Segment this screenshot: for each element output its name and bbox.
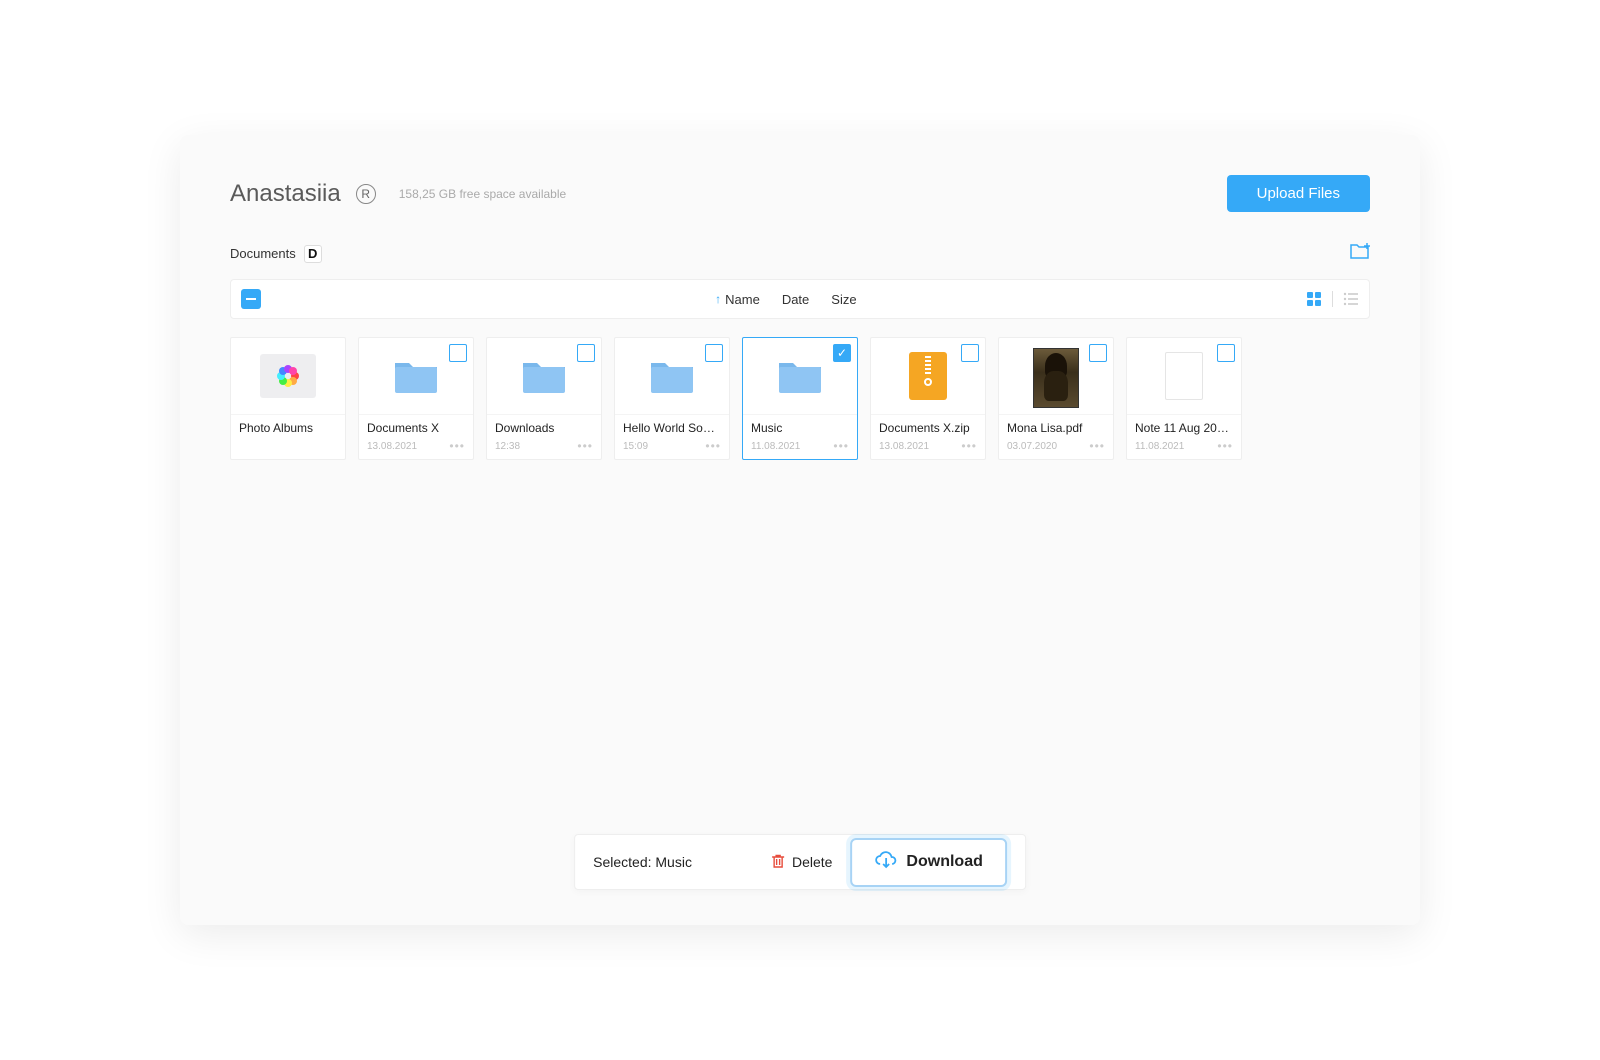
trash-icon xyxy=(770,853,786,872)
sort-by-name[interactable]: ↑ Name xyxy=(715,292,760,307)
more-icon[interactable]: ••• xyxy=(1089,439,1105,453)
download-label: Download xyxy=(906,853,982,871)
file-card[interactable]: Hello World Sour... 15:09 ••• xyxy=(614,337,730,460)
file-checkbox[interactable] xyxy=(1217,344,1235,362)
file-checkbox[interactable] xyxy=(449,344,467,362)
arrow-up-icon: ↑ xyxy=(715,292,721,306)
file-name: Documents X xyxy=(359,414,473,437)
sort-by-date[interactable]: Date xyxy=(782,292,809,307)
file-card[interactable]: Note 11 Aug 202... 11.08.2021 ••• xyxy=(1126,337,1242,460)
file-checkbox[interactable] xyxy=(1089,344,1107,362)
file-checkbox[interactable] xyxy=(961,344,979,362)
app-window: Anastasiia R 158,25 GB free space availa… xyxy=(180,135,1420,925)
download-button[interactable]: Download xyxy=(850,838,1006,887)
files-grid: Photo Albums•••Documents X13.08.2021•••D… xyxy=(230,337,1370,460)
file-date: 11.08.2021 xyxy=(751,441,800,452)
sort-by-size[interactable]: Size xyxy=(831,292,856,307)
file-checkbox[interactable] xyxy=(833,344,851,362)
file-checkbox[interactable] xyxy=(705,344,723,362)
sort-name-label: Name xyxy=(725,292,760,307)
more-icon[interactable]: ••• xyxy=(705,439,721,453)
more-icon[interactable]: ••• xyxy=(577,439,593,453)
file-card[interactable]: Photo Albums••• xyxy=(230,337,346,460)
divider xyxy=(1332,291,1333,307)
breadcrumb-label: Documents xyxy=(230,246,296,261)
file-meta: 13.08.2021 ••• xyxy=(871,437,985,459)
grid-view-button[interactable] xyxy=(1306,291,1322,307)
file-card[interactable]: Downloads 12:38 ••• xyxy=(486,337,602,460)
upload-files-button[interactable]: Upload Files xyxy=(1227,175,1370,212)
documents-icon: D xyxy=(304,245,322,263)
more-icon[interactable]: ••• xyxy=(1217,439,1233,453)
file-checkbox[interactable] xyxy=(577,344,595,362)
file-date: 15:09 xyxy=(623,441,648,452)
file-date: 13.08.2021 xyxy=(367,441,417,452)
file-card[interactable]: Music 11.08.2021 ••• xyxy=(742,337,858,460)
header: Anastasiia R 158,25 GB free space availa… xyxy=(230,175,1370,212)
file-meta: 03.07.2020 ••• xyxy=(999,437,1113,459)
file-meta: 13.08.2021 ••• xyxy=(359,437,473,459)
breadcrumb-row: Documents D xyxy=(230,242,1370,265)
action-bar: Selected: Music Delete Download xyxy=(574,834,1026,890)
file-meta: 15:09 ••• xyxy=(615,437,729,459)
toolbar: ↑ Name Date Size xyxy=(230,279,1370,319)
file-date: 12:38 xyxy=(495,441,520,452)
more-icon[interactable]: ••• xyxy=(833,439,849,453)
file-name: Music xyxy=(743,414,857,437)
header-left: Anastasiia R 158,25 GB free space availa… xyxy=(230,180,566,208)
file-name: Downloads xyxy=(487,414,601,437)
username: Anastasiia xyxy=(230,180,341,208)
delete-button[interactable]: Delete xyxy=(770,853,832,872)
file-date: 13.08.2021 xyxy=(879,441,929,452)
free-space-label: 158,25 GB free space available xyxy=(399,187,566,201)
new-folder-icon[interactable] xyxy=(1350,242,1370,265)
breadcrumb[interactable]: Documents D xyxy=(230,245,322,263)
file-name: Photo Albums xyxy=(231,414,345,437)
sort-group: ↑ Name Date Size xyxy=(715,292,856,307)
file-name: Mona Lisa.pdf xyxy=(999,414,1113,437)
selected-item: Music xyxy=(655,854,692,870)
registered-badge-icon: R xyxy=(356,184,376,204)
cloud-download-icon xyxy=(874,850,898,875)
view-toggle xyxy=(1306,291,1359,307)
file-name: Hello World Sour... xyxy=(615,414,729,437)
selected-prefix: Selected: xyxy=(593,854,655,870)
file-date: 03.07.2020 xyxy=(1007,441,1057,452)
list-view-button[interactable] xyxy=(1343,291,1359,307)
file-name: Documents X.zip xyxy=(871,414,985,437)
file-card[interactable]: Documents X.zip 13.08.2021 ••• xyxy=(870,337,986,460)
file-meta: 11.08.2021 ••• xyxy=(743,437,857,459)
file-card[interactable]: Documents X 13.08.2021 ••• xyxy=(358,337,474,460)
file-card[interactable]: Mona Lisa.pdf 03.07.2020 ••• xyxy=(998,337,1114,460)
file-thumbnail xyxy=(231,338,345,414)
more-icon[interactable]: ••• xyxy=(449,439,465,453)
file-date: 11.08.2021 xyxy=(1135,441,1184,452)
file-meta: 11.08.2021 ••• xyxy=(1127,437,1241,459)
file-meta: 12:38 ••• xyxy=(487,437,601,459)
select-all-toggle[interactable] xyxy=(241,289,261,309)
selected-label: Selected: Music xyxy=(593,854,752,870)
file-name: Note 11 Aug 202... xyxy=(1127,414,1241,437)
more-icon[interactable]: ••• xyxy=(961,439,977,453)
delete-label: Delete xyxy=(792,854,832,870)
